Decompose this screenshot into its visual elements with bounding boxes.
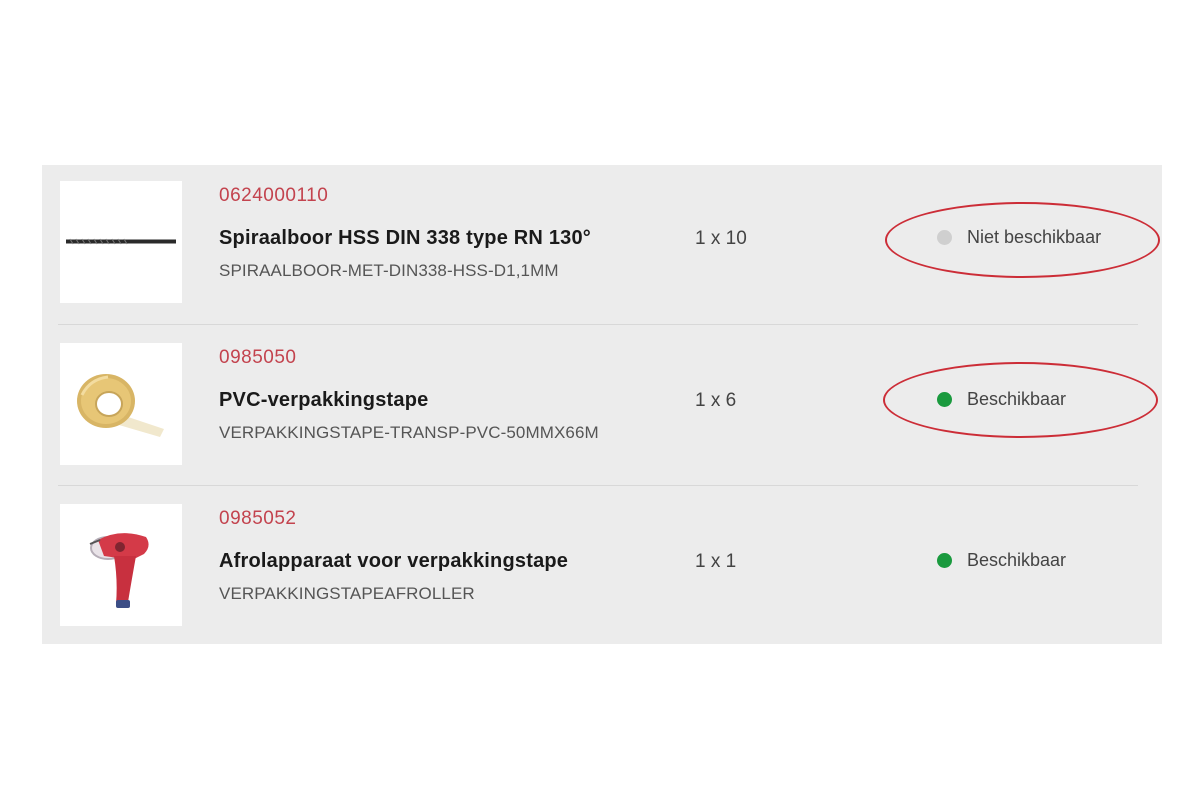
highlight-oval (883, 362, 1158, 438)
highlight-oval (885, 202, 1160, 278)
drill-bit-icon (66, 238, 176, 245)
product-code[interactable]: 0985050 (219, 347, 296, 369)
tape-dispenser-icon (89, 533, 149, 608)
product-name[interactable]: PVC-verpakkingstape (219, 389, 428, 412)
row-divider (58, 485, 1138, 486)
tape-roll-icon (77, 374, 164, 437)
product-quantity: 1 x 6 (695, 390, 737, 411)
product-row[interactable]: 0985052 Afrolapparaat voor verpakkingsta… (42, 488, 1162, 650)
availability-status: Beschikbaar (937, 550, 1066, 571)
product-row[interactable]: 0985050 PVC-verpakkingstape VERPAKKINGST… (42, 327, 1162, 489)
product-code[interactable]: 0985052 (219, 508, 296, 530)
product-code[interactable]: 0624000110 (219, 185, 328, 207)
product-image[interactable] (60, 504, 182, 626)
product-row[interactable]: 0624000110 Spiraalboor HSS DIN 338 type … (42, 165, 1162, 327)
product-variant: SPIRAALBOOR-MET-DIN338-HSS-D1,1MM (219, 261, 559, 280)
product-variant: VERPAKKINGSTAPEAFROLLER (219, 584, 475, 603)
product-quantity: 1 x 10 (695, 228, 747, 249)
row-divider (58, 324, 1138, 325)
product-name[interactable]: Spiraalboor HSS DIN 338 type RN 130° (219, 227, 591, 250)
availability-label: Beschikbaar (967, 550, 1067, 570)
available-dot-icon (937, 553, 952, 568)
product-image[interactable] (60, 343, 182, 465)
product-image[interactable] (60, 181, 182, 303)
product-name[interactable]: Afrolapparaat voor verpakkingstape (219, 550, 568, 573)
product-quantity: 1 x 1 (695, 551, 737, 572)
product-list: 0624000110 Spiraalboor HSS DIN 338 type … (42, 165, 1162, 644)
product-variant: VERPAKKINGSTAPE-TRANSP-PVC-50MMX66M (219, 423, 599, 442)
